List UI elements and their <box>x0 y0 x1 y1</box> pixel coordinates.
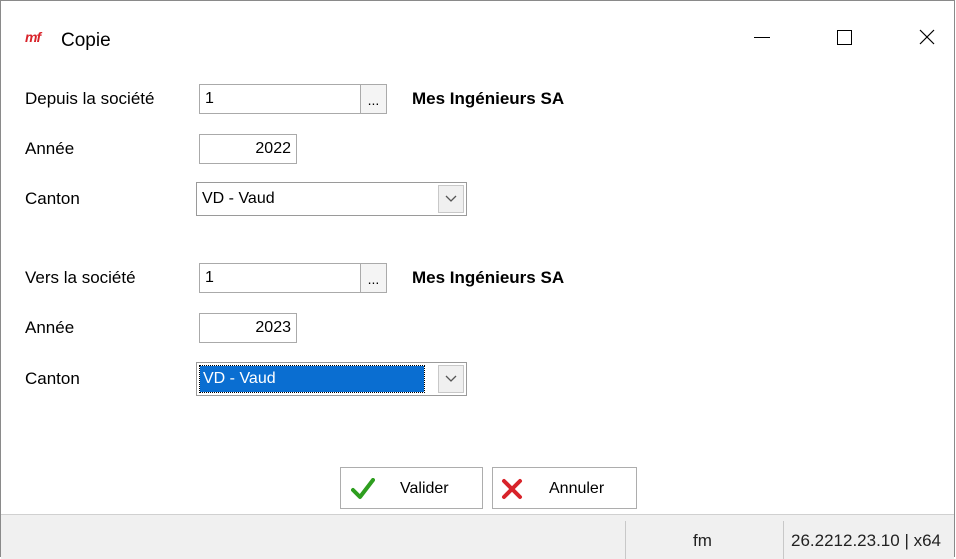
checkmark-icon <box>351 478 375 499</box>
source-canton-label: Canton <box>25 189 80 208</box>
source-canton-dropdown-button[interactable] <box>438 185 464 213</box>
cross-icon <box>502 479 522 499</box>
status-separator <box>783 521 784 559</box>
source-company-browse-button[interactable]: ... <box>360 84 387 114</box>
target-company-label: Vers la société <box>25 268 136 287</box>
window-title: Copie <box>61 30 111 51</box>
source-canton-value: VD - Vaud <box>202 190 275 207</box>
source-canton-select[interactable]: VD - Vaud <box>196 182 467 216</box>
target-canton-value: VD - Vaud <box>199 365 425 393</box>
target-year-input[interactable]: 2023 <box>199 313 297 343</box>
status-version: 26.2212.23.10 | x64 <box>791 531 941 550</box>
chevron-down-icon <box>445 375 457 382</box>
target-company-browse-button[interactable]: ... <box>360 263 387 293</box>
status-user: fm <box>693 531 712 550</box>
validate-button[interactable]: Valider <box>340 467 483 509</box>
minimize-button[interactable] <box>739 19 785 55</box>
maximize-icon <box>836 29 852 45</box>
target-company-name: Mes Ingénieurs SA <box>412 268 565 287</box>
target-canton-select[interactable]: VD - Vaud <box>196 362 467 396</box>
close-icon <box>919 29 935 45</box>
source-company-input[interactable]: 1 <box>199 84 361 114</box>
close-button[interactable] <box>904 19 950 55</box>
source-year-label: Année <box>25 139 75 158</box>
source-company-label: Depuis la société <box>25 89 155 108</box>
target-year-label: Année <box>25 318 75 337</box>
target-canton-label: Canton <box>25 369 80 388</box>
status-separator <box>625 521 626 559</box>
title-bar: mf Copie <box>1 1 954 73</box>
chevron-down-icon <box>445 195 457 202</box>
cancel-button-label: Annuler <box>549 480 605 497</box>
target-company-input[interactable]: 1 <box>199 263 361 293</box>
target-canton-dropdown-button[interactable] <box>438 365 464 393</box>
source-year-input[interactable]: 2022 <box>199 134 297 164</box>
status-bar: fm 26.2212.23.10 | x64 <box>1 514 954 559</box>
source-company-name: Mes Ingénieurs SA <box>412 89 565 108</box>
minimize-icon <box>754 36 770 38</box>
app-logo: mf <box>25 29 41 45</box>
validate-button-label: Valider <box>400 480 449 497</box>
copy-dialog: mf Copie Depuis la société 1 ... Mes Ing… <box>0 0 955 559</box>
maximize-button[interactable] <box>821 19 867 55</box>
cancel-button[interactable]: Annuler <box>492 467 637 509</box>
